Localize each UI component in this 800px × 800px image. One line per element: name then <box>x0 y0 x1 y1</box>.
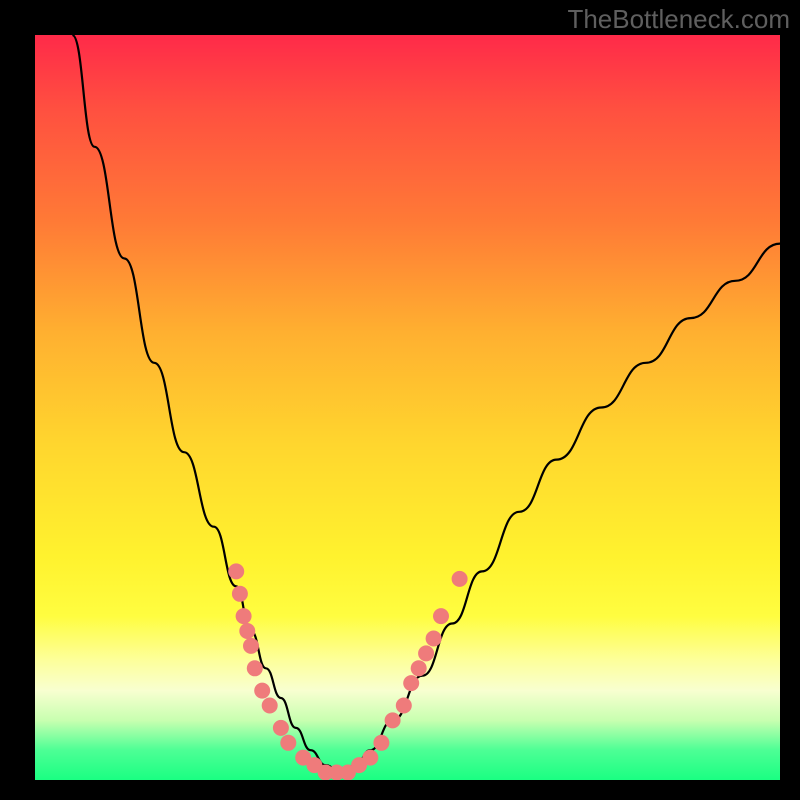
highlight-point <box>236 608 252 624</box>
highlight-point <box>411 660 427 676</box>
chart-plot-area <box>35 35 780 780</box>
bottleneck-curve <box>72 35 780 773</box>
highlight-point <box>426 631 442 647</box>
highlight-point <box>403 675 419 691</box>
chart-svg <box>35 35 780 780</box>
highlight-point <box>254 683 270 699</box>
highlight-point <box>418 645 434 661</box>
highlight-point <box>385 712 401 728</box>
highlight-point <box>228 563 244 579</box>
watermark-text: TheBottleneck.com <box>567 4 790 35</box>
highlight-point <box>232 586 248 602</box>
highlight-point <box>247 660 263 676</box>
highlight-point <box>280 735 296 751</box>
highlight-point <box>243 638 259 654</box>
highlight-point <box>373 735 389 751</box>
highlight-point <box>433 608 449 624</box>
highlight-point <box>452 571 468 587</box>
highlight-point <box>262 698 278 714</box>
highlight-point <box>396 698 412 714</box>
highlight-point <box>362 750 378 766</box>
highlight-point <box>273 720 289 736</box>
highlight-point <box>239 623 255 639</box>
highlight-points <box>228 563 467 780</box>
